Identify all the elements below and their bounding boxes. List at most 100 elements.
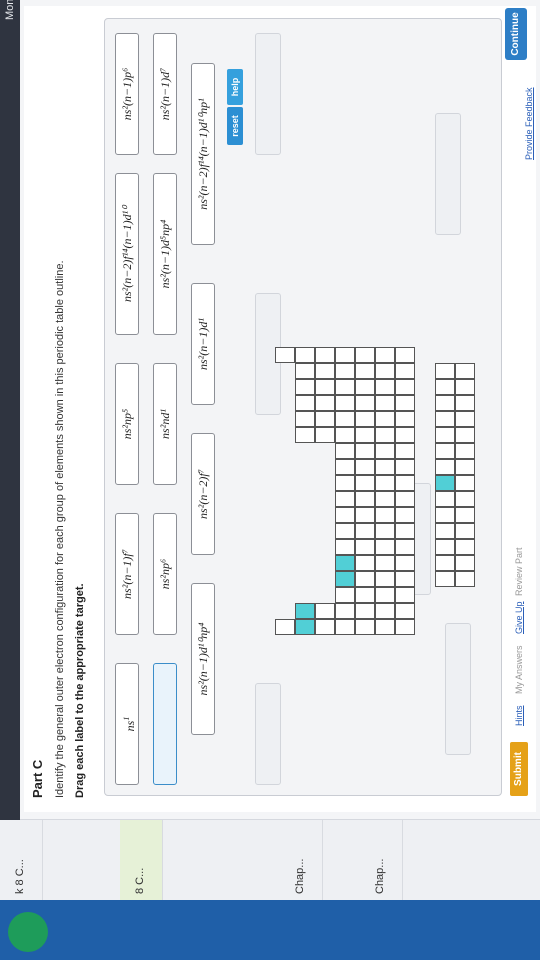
- element-cell: [315, 347, 335, 363]
- f-block-cell: [435, 555, 455, 571]
- f-block-cell: [435, 491, 455, 507]
- label-ns2-nd1[interactable]: ns²nd¹: [153, 363, 177, 485]
- element-cell: [335, 363, 355, 379]
- element-cell: [395, 491, 415, 507]
- element-cell: [335, 379, 355, 395]
- sidebar-item-label: 8 C...: [134, 867, 146, 894]
- sidebar: k 8 C... 8 C... Chap... Chap...: [0, 819, 540, 900]
- drag-drop-panel: ns1 ns²(n−1)f⁷ ns²np⁵ ns²(n−2)f¹⁴(n−1)d¹…: [104, 18, 502, 796]
- help-button[interactable]: help: [227, 69, 243, 105]
- sidebar-item[interactable]: Chap...: [360, 820, 403, 900]
- element-cell: [395, 539, 415, 555]
- f-block-cell: [455, 539, 475, 555]
- drop-target[interactable]: [435, 113, 461, 235]
- label-ns2-n1-p6[interactable]: ns²(n−1)p⁶: [115, 33, 139, 155]
- element-cell: [375, 347, 395, 363]
- element-cell: [395, 523, 415, 539]
- element-cell: [355, 619, 375, 635]
- f-block-cell: [455, 459, 475, 475]
- element-cell: [375, 619, 395, 635]
- provide-feedback-link[interactable]: Provide Feedback: [524, 87, 534, 160]
- element-cell: [335, 459, 355, 475]
- element-cell: [375, 539, 395, 555]
- f-block-cell: [455, 571, 475, 587]
- element-cell: [395, 555, 415, 571]
- element-cell: [375, 491, 395, 507]
- element-cell: [355, 491, 375, 507]
- sidebar-item-label: Chap...: [294, 858, 306, 894]
- element-cell: [275, 619, 295, 635]
- day-label: Monday: [4, 0, 16, 20]
- element-cell: [355, 523, 375, 539]
- element-cell: [355, 395, 375, 411]
- label-ns2-n2-f14-n1-d10-np1[interactable]: ns²(n−2)f¹⁴(n−1)d¹⁰np¹: [191, 63, 215, 245]
- label-ns2-n1-f7[interactable]: ns²(n−1)f⁷: [115, 513, 139, 635]
- label-ns2-n1-d10-np4[interactable]: ns²(n−1)d¹⁰np⁴: [191, 583, 215, 735]
- f-block-cell: [455, 507, 475, 523]
- drop-target[interactable]: [255, 683, 281, 785]
- element-cell: [335, 619, 355, 635]
- element-cell: [335, 603, 355, 619]
- label-ns2-np6[interactable]: ns²np⁶: [153, 513, 177, 635]
- f-block-cell: [455, 379, 475, 395]
- give-up-link[interactable]: Give Up: [514, 601, 524, 634]
- element-cell: [355, 443, 375, 459]
- label-ns1[interactable]: ns1: [115, 663, 139, 785]
- element-cell: [335, 443, 355, 459]
- element-cell: [355, 603, 375, 619]
- sidebar-item[interactable]: Chap...: [280, 820, 323, 900]
- element-cell: [355, 587, 375, 603]
- element-cell: [295, 395, 315, 411]
- f-block-cell: [435, 427, 455, 443]
- hints-link[interactable]: Hints: [514, 705, 524, 726]
- reset-button[interactable]: reset: [227, 107, 243, 145]
- element-cell: [375, 395, 395, 411]
- element-cell: [375, 507, 395, 523]
- f-block-cell: [455, 363, 475, 379]
- drop-target[interactable]: [255, 33, 281, 155]
- element-cell: [395, 459, 415, 475]
- element-cell: [395, 475, 415, 491]
- element-cell: [335, 475, 355, 491]
- label-ns2-n1-d5-np4[interactable]: ns²(n−1)d⁵np⁴: [153, 173, 177, 335]
- element-cell: [395, 347, 415, 363]
- element-cell: [335, 555, 355, 571]
- label-ns2-n2-f14-n1-d10[interactable]: ns²(n−2)f¹⁴(n−1)d¹⁰: [115, 173, 139, 335]
- sidebar-item[interactable]: 8 C...: [120, 820, 163, 900]
- element-cell: [355, 427, 375, 443]
- element-cell: [335, 571, 355, 587]
- f-block-cell: [435, 571, 455, 587]
- element-cell: [375, 475, 395, 491]
- element-cell: [395, 587, 415, 603]
- continue-button[interactable]: Continue: [505, 8, 527, 60]
- f-block-cell: [435, 459, 455, 475]
- f-block-cell: [455, 443, 475, 459]
- label-ns2-n1-d1[interactable]: ns²(n−1)d¹: [191, 283, 215, 405]
- element-cell: [335, 411, 355, 427]
- f-block-cell: [455, 411, 475, 427]
- label-ns2-np5[interactable]: ns²np⁵: [115, 363, 139, 485]
- sidebar-item[interactable]: k 8 C...: [0, 820, 43, 900]
- element-cell: [295, 379, 315, 395]
- element-cell: [315, 363, 335, 379]
- label-ns2-n1-d7[interactable]: ns²(n−1)d⁷: [153, 33, 177, 155]
- f-block-cell: [435, 443, 455, 459]
- f-block-cell: [455, 427, 475, 443]
- header-bar: Monday: [0, 0, 20, 820]
- start-button[interactable]: [8, 912, 48, 952]
- element-cell: [335, 395, 355, 411]
- label-empty-target[interactable]: [153, 663, 177, 785]
- label-ns2-n2-f7[interactable]: ns²(n−2)f⁷: [191, 433, 215, 555]
- element-cell: [395, 363, 415, 379]
- element-cell: [375, 379, 395, 395]
- element-cell: [355, 555, 375, 571]
- element-cell: [375, 411, 395, 427]
- drop-target[interactable]: [445, 623, 471, 755]
- review-part-link[interactable]: Review Part: [514, 547, 524, 596]
- element-cell: [315, 427, 335, 443]
- my-answers-link[interactable]: My Answers: [514, 645, 524, 694]
- submit-button[interactable]: Submit: [510, 742, 528, 796]
- rotated-page: k 8 C... 8 C... Chap... Chap... Monday P…: [0, 0, 540, 960]
- element-cell: [295, 427, 315, 443]
- f-block-cell: [455, 475, 475, 491]
